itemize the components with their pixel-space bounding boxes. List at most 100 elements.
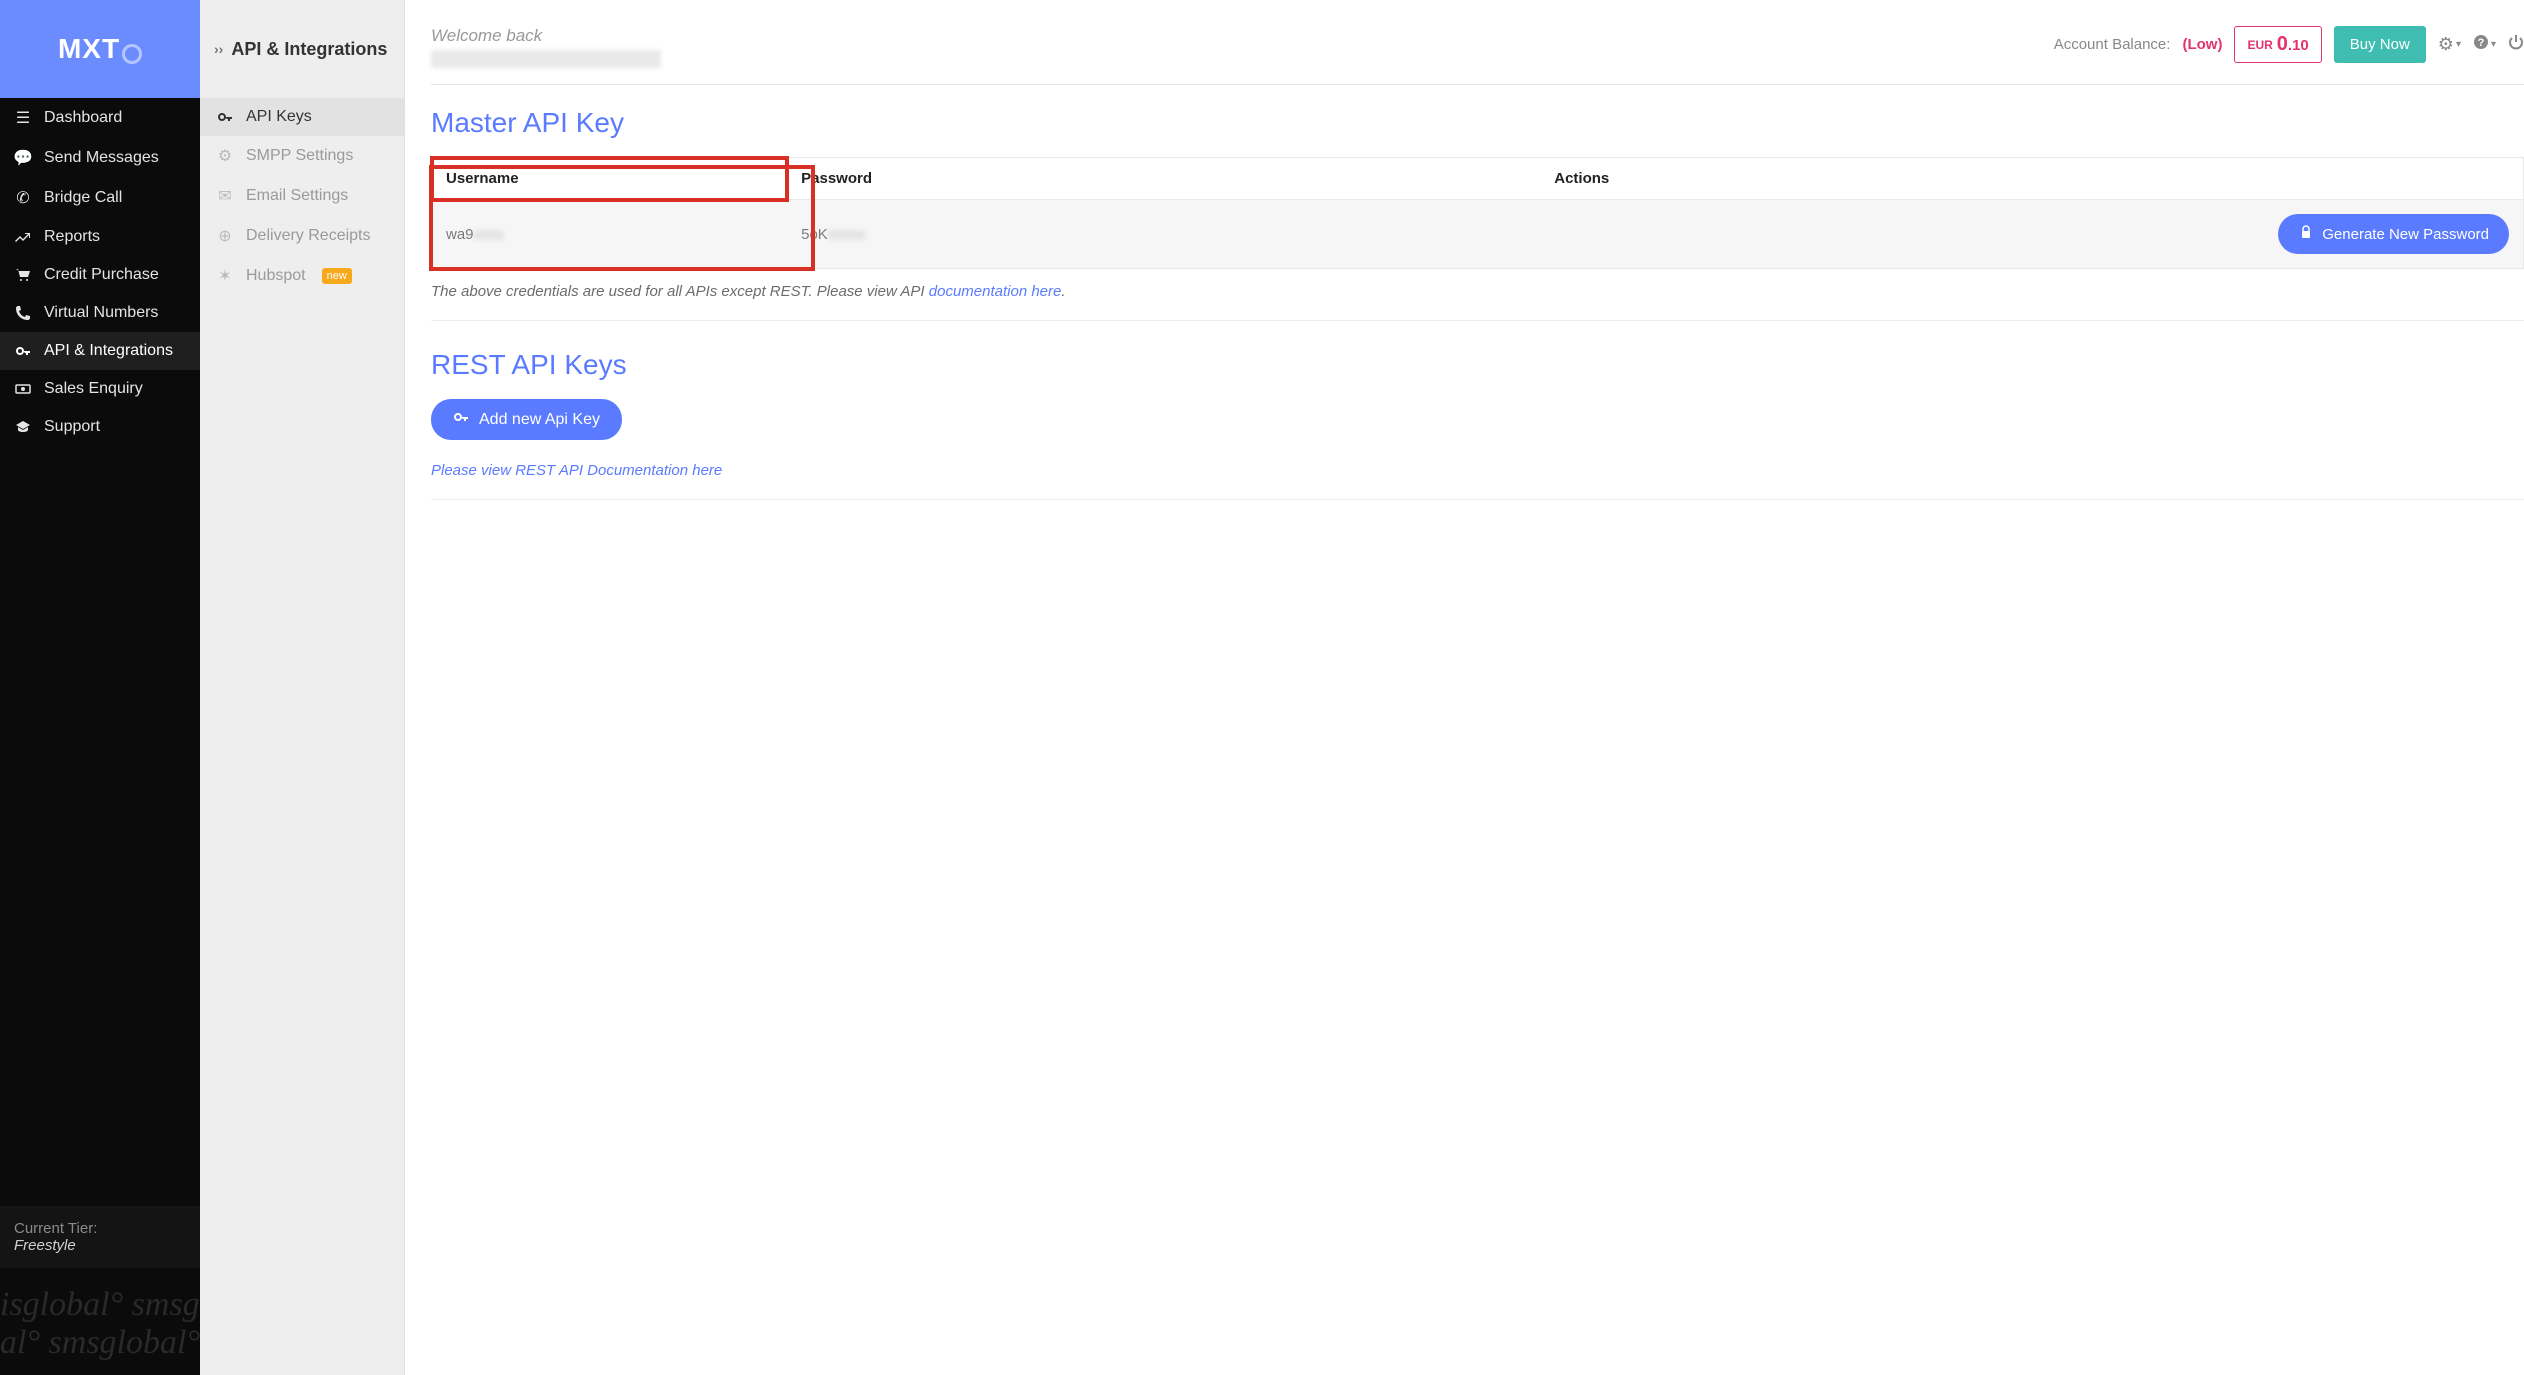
nav-api-integrations[interactable]: API & Integrations (0, 332, 200, 370)
nav-label: Dashboard (44, 109, 122, 127)
tier-footer: Current Tier: Freestyle (0, 1206, 200, 1268)
menu-icon: ☰ (14, 108, 32, 128)
nav-label: Credit Purchase (44, 266, 159, 284)
new-badge: new (322, 268, 352, 284)
balance-currency: EUR (2247, 38, 2272, 52)
master-note: The above credentials are used for all A… (431, 283, 2524, 300)
nav-label: Send Messages (44, 149, 159, 167)
nav-label: Bridge Call (44, 189, 122, 207)
tier-value: Freestyle (14, 1237, 186, 1254)
key-icon (216, 109, 234, 125)
section-divider (431, 320, 2524, 321)
password-redacted: xxxxx (828, 226, 866, 243)
documentation-link[interactable]: documentation here (929, 283, 1062, 300)
main-content: Welcome back Account Balance: (Low) EUR … (405, 0, 2524, 1375)
subnav-api-keys[interactable]: API Keys (200, 98, 404, 136)
add-api-key-button[interactable]: Add new Api Key (431, 399, 622, 440)
subnav-email-settings[interactable]: ✉ Email Settings (200, 176, 404, 216)
subnav-hubspot[interactable]: ✶ Hubspot new (200, 256, 404, 296)
col-actions: Actions (1540, 158, 2523, 200)
envelope-icon: ✉ (216, 186, 234, 206)
rest-doc-link[interactable]: Please view REST API Documentation here (431, 462, 722, 479)
cell-username: wa9xxxx (432, 200, 788, 269)
balance-amount-small: .10 (2288, 37, 2309, 54)
cell-password: 5oKxxxxx (787, 200, 1540, 269)
table-row: wa9xxxx 5oKxxxxx Generate New Password (432, 200, 2524, 269)
subnav-label: Delivery Receipts (246, 227, 370, 245)
chevrons-icon: ›› (214, 41, 223, 57)
buy-now-button[interactable]: Buy Now (2334, 26, 2426, 63)
brand-watermark: isglobal° smsglob al° smsglobal° sn (0, 1268, 200, 1375)
subnav-delivery-receipts[interactable]: ⊕ Delivery Receipts (200, 216, 404, 256)
rest-api-title: REST API Keys (431, 349, 2524, 381)
nav-bridge-call[interactable]: ✆ Bridge Call (0, 178, 200, 218)
welcome-block: Welcome back (431, 26, 661, 72)
lock-icon (2298, 224, 2314, 244)
balance-box: EUR 0.10 (2234, 26, 2321, 63)
balance-low-badge: (Low) (2182, 36, 2222, 53)
key-icon (453, 409, 469, 430)
welcome-user-redacted (431, 50, 661, 68)
nav-label: Reports (44, 228, 100, 246)
col-username: Username (432, 158, 788, 200)
subnav-label: SMPP Settings (246, 147, 353, 165)
nav-virtual-numbers[interactable]: Virtual Numbers (0, 294, 200, 332)
cart-icon (14, 267, 32, 283)
welcome-text: Welcome back (431, 26, 661, 46)
nav-reports[interactable]: Reports (0, 218, 200, 256)
caret-down-icon: ▾ (2456, 39, 2461, 50)
nav-sales-enquiry[interactable]: Sales Enquiry (0, 370, 200, 408)
speech-icon: 💬 (14, 148, 32, 168)
key-icon (14, 343, 32, 359)
chart-icon (14, 229, 32, 245)
primary-sidebar: MXT ☰ Dashboard 💬 Send Messages ✆ Bridge… (0, 0, 200, 1375)
nav-send-messages[interactable]: 💬 Send Messages (0, 138, 200, 178)
nav-support[interactable]: Support (0, 408, 200, 446)
subnav-smpp-settings[interactable]: ⚙ SMPP Settings (200, 136, 404, 176)
sub-header-title: API & Integrations (231, 39, 387, 60)
secondary-sidebar: ›› API & Integrations API Keys ⚙ SMPP Se… (200, 0, 405, 1375)
generate-password-button[interactable]: Generate New Password (2278, 214, 2509, 254)
master-api-title: Master API Key (431, 107, 2524, 139)
topbar: Welcome back Account Balance: (Low) EUR … (431, 26, 2524, 85)
cell-actions: Generate New Password (1540, 200, 2523, 269)
hubspot-icon: ✶ (216, 266, 234, 286)
master-api-table: Username Password Actions wa9xxxx 5oKxxx… (431, 157, 2524, 269)
plus-circle-icon: ⊕ (216, 226, 234, 246)
account-balance-label: Account Balance: (2054, 36, 2171, 53)
nav-label: Sales Enquiry (44, 380, 143, 398)
svg-text:?: ? (2478, 37, 2485, 49)
balance-amount-big: 0 (2277, 33, 2288, 55)
phone-icon: ✆ (14, 188, 32, 208)
nav-label: Support (44, 418, 100, 436)
graduation-icon (14, 419, 32, 435)
phone2-icon (14, 305, 32, 321)
master-api-section: Master API Key Username Password Actions… (431, 85, 2524, 321)
settings-dropdown[interactable]: ⚙▾ (2438, 34, 2461, 55)
caret-down-icon: ▾ (2491, 39, 2496, 50)
nav-credit-purchase[interactable]: Credit Purchase (0, 256, 200, 294)
nav-label: API & Integrations (44, 342, 173, 360)
generate-password-label: Generate New Password (2322, 226, 2489, 243)
logo-text: MXT (58, 33, 120, 65)
nav-dashboard[interactable]: ☰ Dashboard (0, 98, 200, 138)
section-divider (431, 499, 2524, 500)
question-icon: ? (2473, 34, 2489, 55)
power-icon (2508, 34, 2524, 55)
sub-header: ›› API & Integrations (200, 0, 404, 98)
username-redacted: xxxx (474, 226, 504, 243)
help-dropdown[interactable]: ?▾ (2473, 34, 2496, 55)
logo-mark-icon (122, 44, 142, 64)
tier-label: Current Tier: (14, 1220, 186, 1237)
add-api-key-label: Add new Api Key (479, 411, 600, 429)
logo[interactable]: MXT (0, 0, 200, 98)
subnav-label: Email Settings (246, 187, 348, 205)
gear-icon: ⚙ (2438, 34, 2454, 55)
col-password: Password (787, 158, 1540, 200)
nav-label: Virtual Numbers (44, 304, 158, 322)
subnav-label: API Keys (246, 108, 312, 126)
cash-icon (14, 381, 32, 397)
decorative-network-icon (250, 1329, 266, 1345)
rest-api-section: REST API Keys Add new Api Key Please vie… (431, 341, 2524, 500)
power-button[interactable] (2508, 34, 2524, 55)
